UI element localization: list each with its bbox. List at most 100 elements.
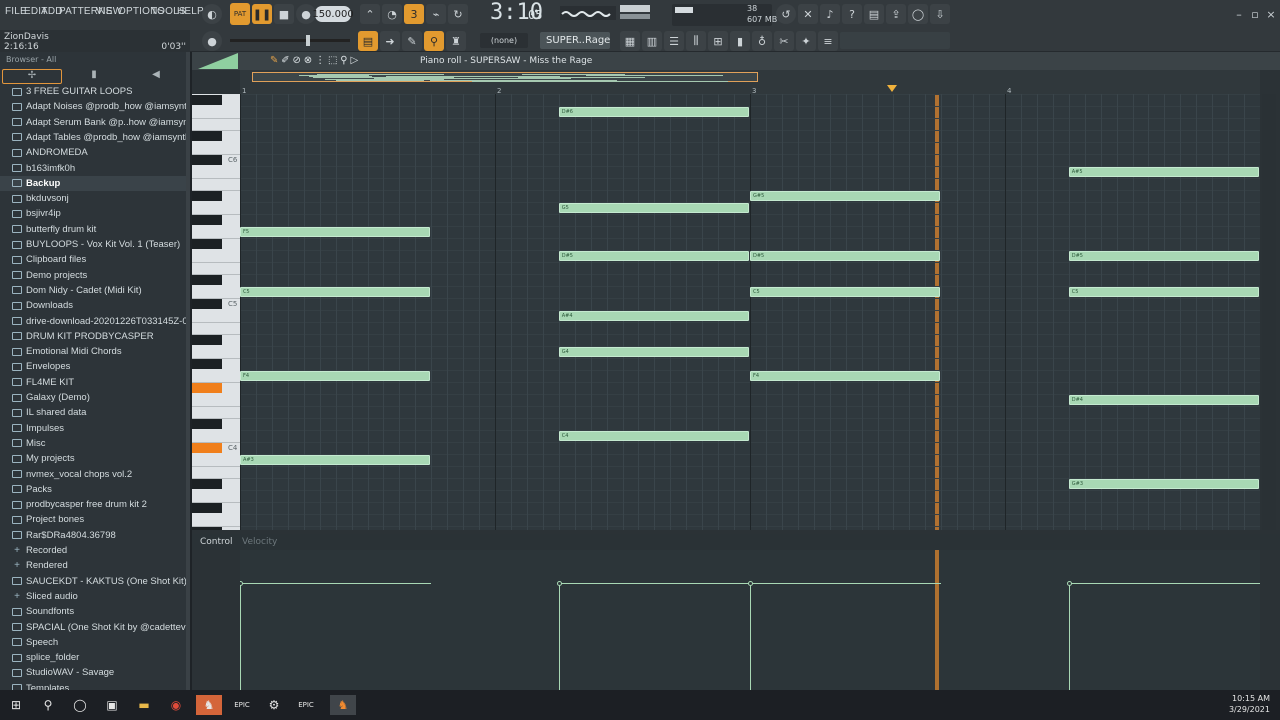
note[interactable]: F4: [750, 371, 940, 381]
browser-item[interactable]: Templates: [0, 681, 186, 690]
browser-item[interactable]: Backup: [0, 176, 186, 191]
black-key[interactable]: [192, 335, 222, 345]
black-key[interactable]: [192, 383, 222, 393]
chrome-icon[interactable]: ◉: [166, 695, 186, 715]
chat-icon[interactable]: ◯: [908, 4, 928, 24]
select-tool-icon[interactable]: ⬚: [328, 55, 337, 66]
note[interactable]: D#5: [559, 251, 749, 261]
browser-item[interactable]: Rar$DRa4804.36798: [0, 528, 186, 543]
browser-item[interactable]: + Sliced audio: [0, 589, 186, 604]
black-key[interactable]: [192, 443, 222, 453]
arrow-right-icon[interactable]: ➜: [380, 31, 400, 51]
browser-item[interactable]: StudioWAV - Savage: [0, 665, 186, 680]
black-key[interactable]: [192, 479, 222, 489]
wrench-icon[interactable]: ✂: [774, 31, 794, 51]
browser-item[interactable]: Envelopes: [0, 359, 186, 374]
browser-item[interactable]: DRUM KIT PRODBYCASPER: [0, 329, 186, 344]
velocity-handle[interactable]: [240, 581, 243, 586]
brush-tool-icon[interactable]: ✐: [281, 55, 289, 66]
browser-item[interactable]: Adapt Tables @prodb_how @iamsynthetic_: [0, 130, 186, 145]
timeline-ruler[interactable]: 1234: [240, 70, 1260, 94]
help-icon[interactable]: ?: [842, 4, 862, 24]
playback-tool-icon[interactable]: ▷: [350, 55, 358, 66]
link-icon[interactable]: ⚲: [424, 31, 444, 51]
browser-icon[interactable]: ▥: [642, 31, 662, 51]
export-icon[interactable]: ⇪: [886, 4, 906, 24]
fl-studio-pinned-icon[interactable]: ♞: [330, 695, 356, 715]
black-key[interactable]: [192, 527, 222, 530]
slice-tool-icon[interactable]: ⋮: [315, 55, 325, 66]
note[interactable]: C5: [750, 287, 940, 297]
stop-icon[interactable]: ■: [274, 4, 294, 24]
note-grid[interactable]: F5 C5 F4 A#3 D#6 G5 D#5 A#4 G4 C4 G#5 D#5 C5 F4 A#5 D#5…: [240, 94, 1260, 530]
note[interactable]: C4: [559, 431, 749, 441]
browser-item[interactable]: Downloads: [0, 298, 186, 313]
note[interactable]: C5: [1069, 287, 1259, 297]
cortana-icon[interactable]: ◯: [70, 695, 90, 715]
black-key[interactable]: [192, 275, 222, 285]
note[interactable]: F5: [240, 227, 430, 237]
note[interactable]: A#4: [559, 311, 749, 321]
browser-item[interactable]: 3 FREE GUITAR LOOPS: [0, 86, 186, 99]
mixer-view-icon[interactable]: ⫼: [686, 31, 706, 51]
browser-item[interactable]: Adapt Serum Bank @p..how @iamsynthetic_: [0, 115, 186, 130]
search-icon[interactable]: ⚲: [38, 695, 58, 715]
black-key[interactable]: [192, 191, 222, 201]
piano-roll-icon[interactable]: ▦: [620, 31, 640, 51]
browser-item[interactable]: Soundfonts: [0, 604, 186, 619]
browser-item[interactable]: b163imfk0h: [0, 161, 186, 176]
black-key[interactable]: [192, 419, 222, 429]
task-view-icon[interactable]: ▣: [102, 695, 122, 715]
close-icon[interactable]: ×: [1264, 4, 1278, 24]
browser-item[interactable]: drive-download-20201226T033145Z-001: [0, 314, 186, 329]
download-icon[interactable]: ⇩: [930, 4, 950, 24]
save-icon[interactable]: ▤: [864, 4, 884, 24]
browser-item[interactable]: nvmex_vocal chops vol.2: [0, 467, 186, 482]
snap-selector[interactable]: (none): [480, 33, 528, 48]
master-volume-slider[interactable]: [230, 39, 350, 42]
black-key[interactable]: [192, 299, 222, 309]
note[interactable]: A#5: [1069, 167, 1259, 177]
note[interactable]: A#3: [240, 455, 430, 465]
browser-item[interactable]: Clipboard files: [0, 252, 186, 267]
browser-item[interactable]: Misc: [0, 436, 186, 451]
note[interactable]: D#4: [1069, 395, 1259, 405]
note[interactable]: G#5: [750, 191, 940, 201]
paint-icon[interactable]: ✎: [402, 31, 422, 51]
loop-record-icon[interactable]: ↻: [448, 4, 468, 24]
tempo-tapper-icon[interactable]: ≡: [818, 31, 838, 51]
mixer-icon[interactable]: ✕: [798, 4, 818, 24]
velocity-bar[interactable]: [240, 583, 241, 690]
pencil-tool-icon[interactable]: ✎: [270, 55, 278, 66]
control-label[interactable]: Control: [200, 537, 233, 547]
black-key[interactable]: [192, 359, 222, 369]
windows-start-icon[interactable]: ⊞: [6, 695, 26, 715]
velocity-bar[interactable]: [1069, 583, 1070, 690]
browser-item[interactable]: My projects: [0, 451, 186, 466]
browser-tab-plugin-icon[interactable]: ◀: [126, 69, 186, 84]
note[interactable]: D#5: [750, 251, 940, 261]
tempo-display[interactable]: 150.000: [315, 6, 351, 22]
maximize-icon[interactable]: ▫: [1248, 4, 1262, 24]
control-target[interactable]: Velocity: [242, 537, 277, 547]
browser-item[interactable]: prodbycasper free drum kit 2: [0, 497, 186, 512]
black-key[interactable]: [192, 215, 222, 225]
playhead-marker[interactable]: [887, 85, 897, 92]
pause-icon[interactable]: ❚❚: [252, 4, 272, 24]
browser-item[interactable]: SAUCEKDT - KAKTUS (One Shot Kit): [0, 574, 186, 589]
browser-scrollbar[interactable]: [186, 52, 190, 690]
epic-games-icon[interactable]: EPIC: [232, 695, 252, 715]
playlist-icon[interactable]: ⊞: [708, 31, 728, 51]
note[interactable]: G#3: [1069, 479, 1259, 489]
steam-icon[interactable]: ⚙: [264, 695, 284, 715]
browser-item[interactable]: Emotional Midi Chords: [0, 344, 186, 359]
microphone-icon[interactable]: ♪: [820, 4, 840, 24]
master-pitch-knob[interactable]: ●: [202, 31, 222, 51]
browser-item[interactable]: Project bones: [0, 512, 186, 527]
note[interactable]: G4: [559, 347, 749, 357]
browser-item[interactable]: + Recorded: [0, 543, 186, 558]
stamp-icon[interactable]: ♜: [446, 31, 466, 51]
browser-item[interactable]: Demo projects: [0, 268, 186, 283]
pattern-song-toggle[interactable]: PAT: [230, 3, 250, 25]
browser-item[interactable]: Speech: [0, 635, 186, 650]
